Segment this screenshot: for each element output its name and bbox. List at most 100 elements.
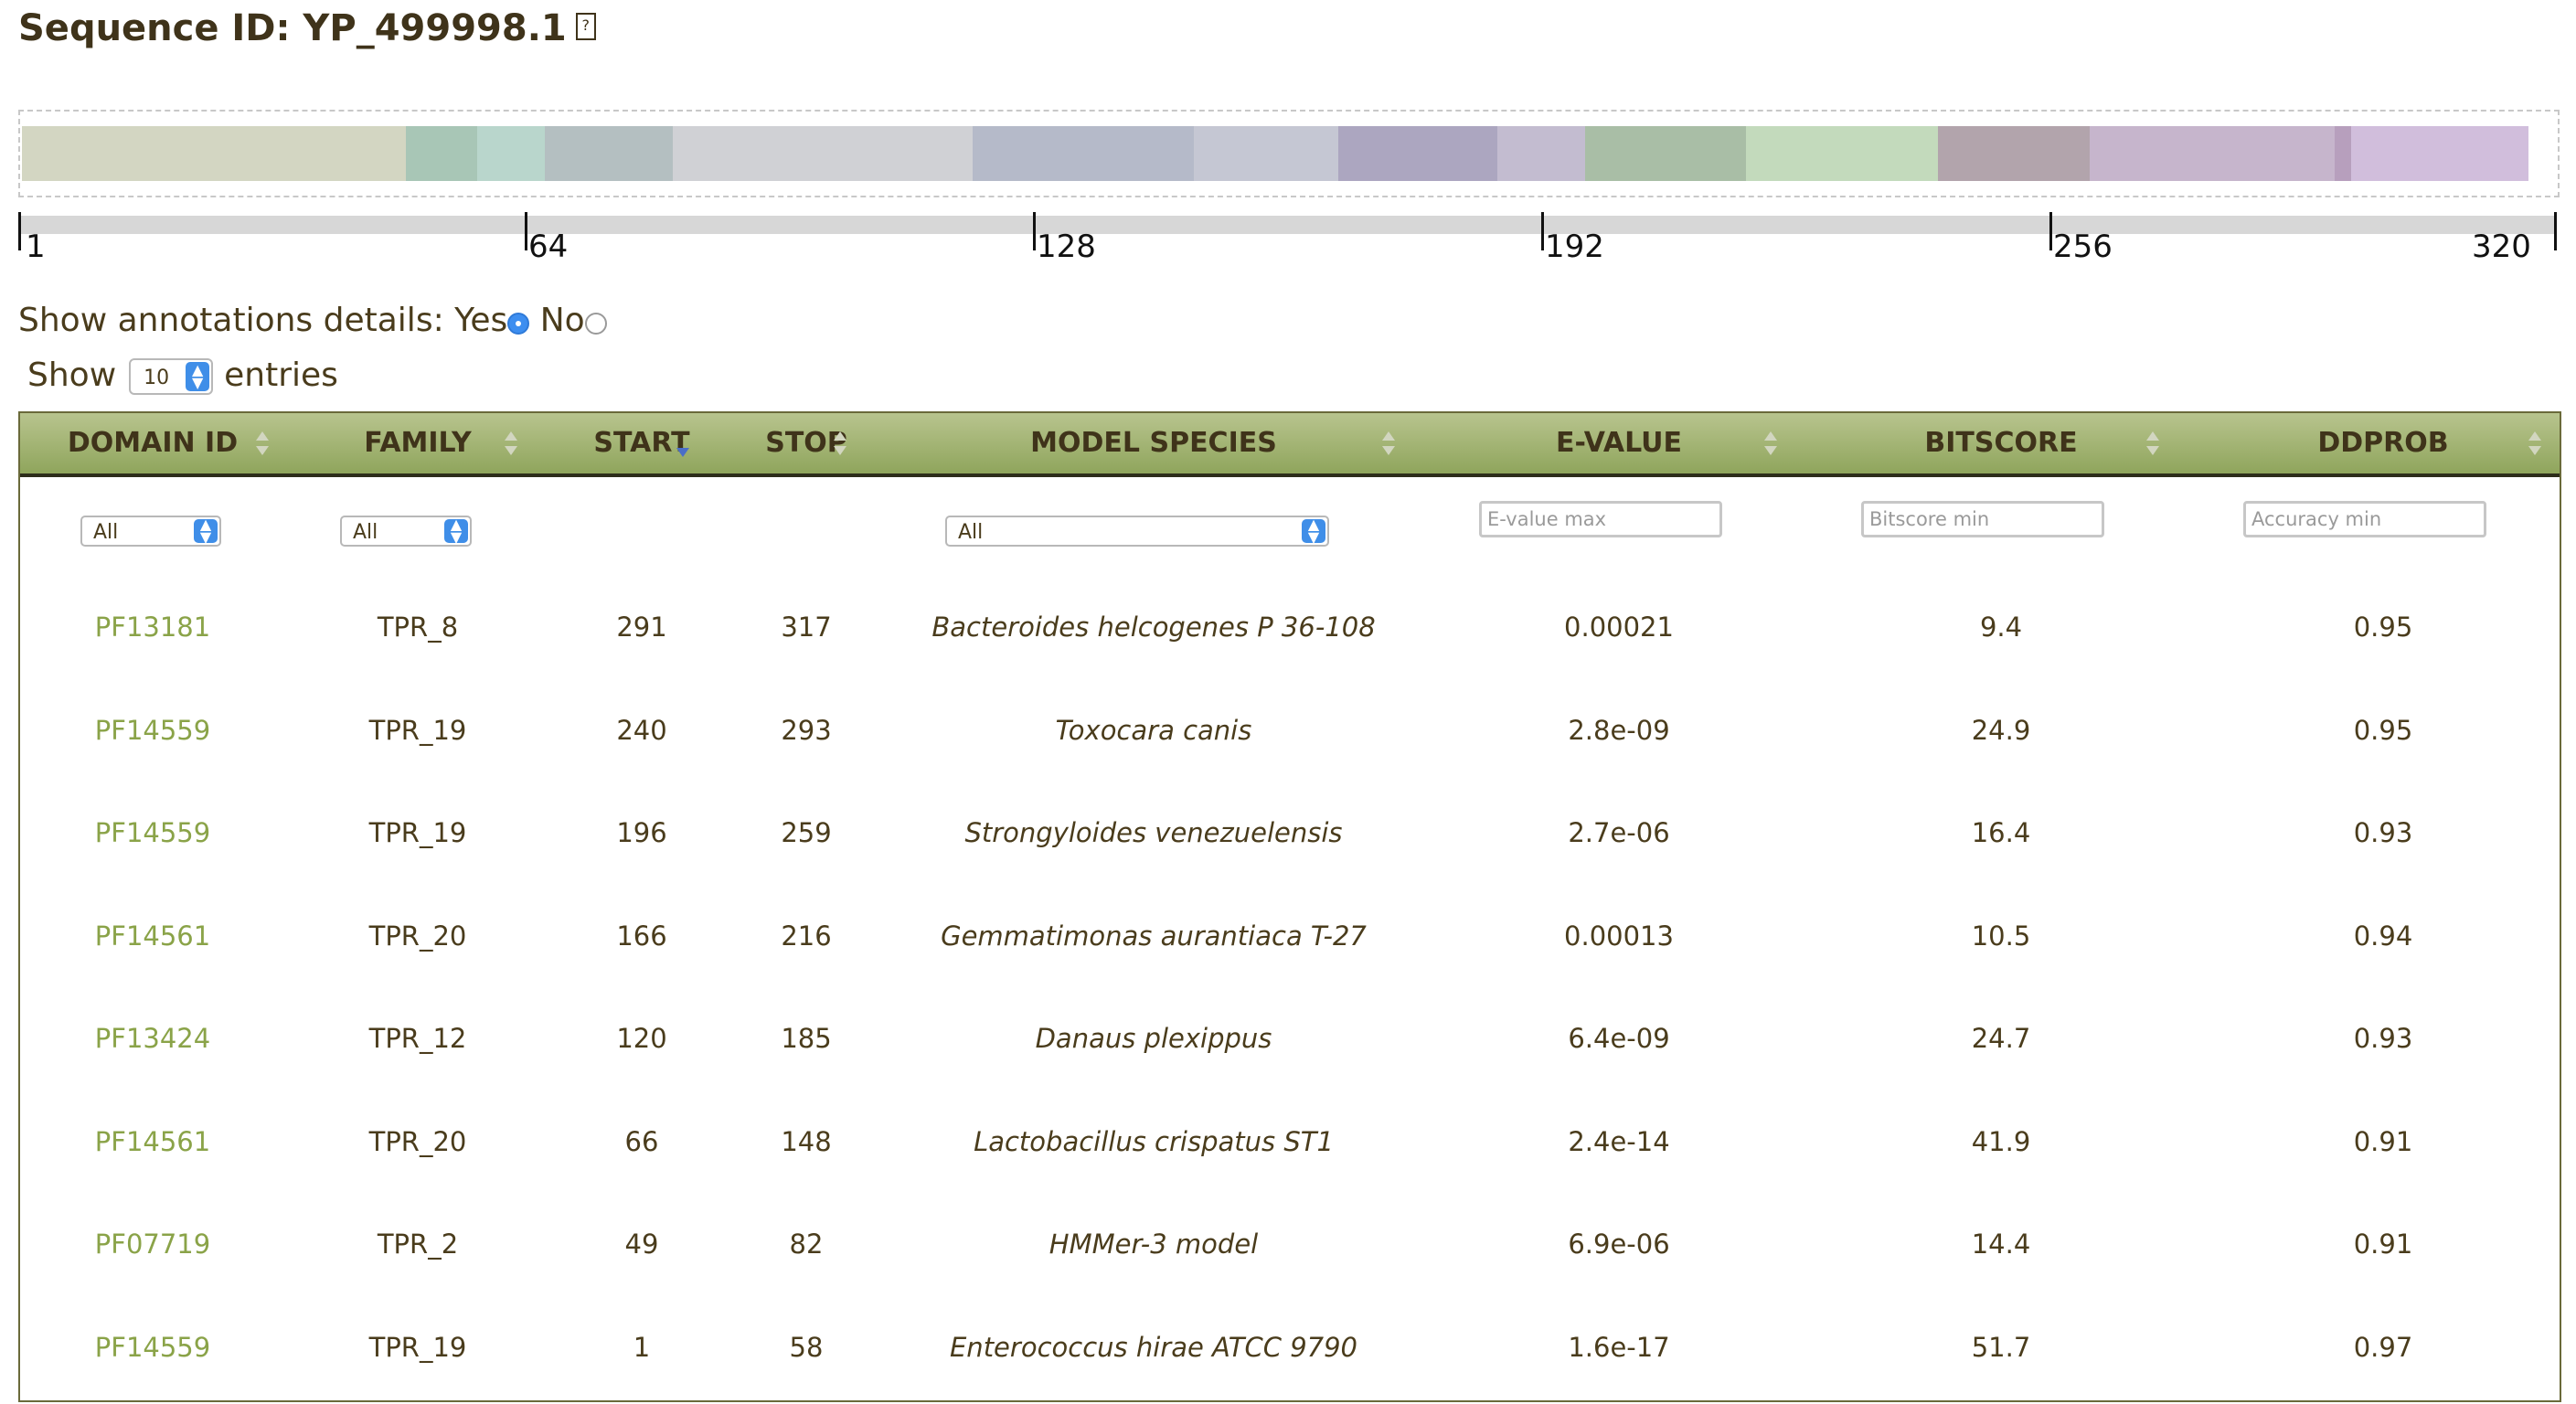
model-species-cell: Lactobacillus crispatus ST1 [974,1125,1334,1157]
domain-id-link[interactable]: PF13181 [20,576,285,678]
start-cell: 291 [616,612,667,643]
ruler-tick-label: 128 [1037,229,1096,265]
domain-id-link[interactable]: PF14561 [20,885,285,987]
table-row: PF13424 TPR_12 120 185 Danaus plexippus 6.4e-… [20,987,2560,1090]
domain-segment[interactable] [22,126,406,181]
stop-cell: 259 [781,817,832,848]
column-header-domain-id[interactable]: DOMAIN ID [20,413,285,473]
ruler-tick-label: 192 [1545,229,1604,265]
page-title: Sequence ID: YP_499998.1? [18,7,596,49]
sort-desc-icon[interactable] [676,431,689,459]
table-row: PF14561 TPR_20 66 148 Lactobacillus crispatu… [20,1090,2560,1193]
ruler-tick-label: 1 [26,229,46,265]
bitscore-cell: 10.5 [1971,920,2031,952]
domain-segment[interactable] [673,126,973,181]
e-value-cell: 2.7e-06 [1568,817,1670,848]
start-cell: 1 [633,1331,651,1363]
domain-segment[interactable] [1194,126,1338,181]
sort-icon[interactable] [1382,431,1395,459]
ddprob-cell: 0.97 [2353,1331,2413,1363]
stop-cell: 317 [781,612,832,643]
e-value-cell: 6.9e-06 [1568,1228,1670,1260]
sort-icon[interactable] [2528,431,2541,459]
annotations-yes-label: Yes [454,302,508,339]
select-spinner-icon: ▲ ▼ [186,362,210,391]
domain-segment[interactable] [545,126,673,181]
help-icon[interactable]: ? [575,13,596,40]
column-header-start[interactable]: START [550,413,733,473]
ddprob-cell: 0.95 [2353,714,2413,746]
column-header-e-value[interactable]: E-VALUE [1428,413,1810,473]
table-row: PF07719 TPR_2 49 82 HMMer-3 model 6.9e-06 14.4… [20,1193,2560,1295]
bitscore-min-input[interactable] [1861,501,2104,537]
species-filter-select[interactable]: All ▲ ▼ [945,516,1329,547]
domain-segment[interactable] [2090,126,2335,181]
family-cell: TPR_19 [368,1331,467,1363]
e-value-cell: 6.4e-09 [1568,1023,1670,1054]
domain-segment[interactable] [477,126,545,181]
family-filter-value: All [353,521,378,544]
domain-id-link[interactable]: PF14559 [20,1296,285,1399]
ruler-tick [2554,212,2557,250]
select-spinner-icon: ▲ ▼ [444,517,468,545]
bitscore-cell: 14.4 [1971,1228,2031,1260]
sort-icon[interactable] [1764,431,1777,459]
column-header-bitscore[interactable]: BITSCORE [1810,413,2192,473]
ddprob-cell: 0.94 [2353,920,2413,952]
column-header-stop[interactable]: STOP [733,413,879,473]
family-cell: TPR_2 [377,1228,459,1260]
evalue-max-input[interactable] [1479,501,1722,537]
sort-icon[interactable] [256,431,269,459]
family-filter-select[interactable]: All ▲ ▼ [340,516,472,547]
domain-segment[interactable] [1585,126,1746,181]
start-cell: 120 [616,1023,667,1054]
start-cell: 49 [624,1228,659,1260]
ruler-tick [2049,212,2052,250]
domain-segments [22,126,2528,181]
show-label: Show [27,356,117,394]
annotations-label: Show annotations details: [18,302,444,339]
domain-segment[interactable] [1746,126,1938,181]
ddprob-cell: 0.93 [2353,1023,2413,1054]
column-header-ddprob[interactable]: DDPROB [2192,413,2574,473]
annotations-no-radio[interactable] [584,313,607,335]
domain-segment[interactable] [973,126,1194,181]
annotations-toggle: Show annotations details: Yes No [18,302,607,339]
page-title-text: Sequence ID: YP_499998.1 [18,7,567,49]
domain-segment[interactable] [2335,126,2351,181]
domain-id-link[interactable]: PF14559 [20,679,285,782]
domain-id-link[interactable]: PF14559 [20,782,285,884]
table-row: PF14559 TPR_19 196 259 Strongyloides venezue… [20,782,2560,884]
domain-segment[interactable] [1938,126,2090,181]
annotations-yes-radio[interactable] [507,313,530,335]
family-cell: TPR_12 [368,1023,467,1054]
domain-filter-select[interactable]: All ▲ ▼ [80,516,221,547]
domain-segment[interactable] [1338,126,1497,181]
entries-length-control: Show 10 ▲ ▼ entries [27,356,338,395]
family-cell: TPR_19 [368,817,467,848]
bitscore-cell: 51.7 [1971,1331,2031,1363]
e-value-cell: 2.8e-09 [1568,714,1670,746]
accuracy-min-input[interactable] [2243,501,2486,537]
sort-icon[interactable] [2146,431,2159,459]
column-header-model-species[interactable]: MODEL SPECIES [879,413,1428,473]
ruler-tick-label: 320 [2472,229,2531,265]
domain-segment[interactable] [406,126,477,181]
bitscore-cell: 9.4 [1979,612,2023,643]
ruler-tick-label: 64 [528,229,569,265]
entries-select[interactable]: 10 ▲ ▼ [129,358,214,395]
stop-cell: 216 [781,920,832,952]
sort-icon[interactable] [834,431,846,459]
domain-id-link[interactable]: PF13424 [20,987,285,1090]
domain-id-link[interactable]: PF07719 [20,1193,285,1295]
sort-icon[interactable] [505,431,517,459]
domain-segment[interactable] [2351,126,2528,181]
domain-id-link[interactable]: PF14561 [20,1090,285,1193]
domain-segment[interactable] [1497,126,1585,181]
start-cell: 66 [624,1125,659,1157]
model-species-cell: HMMer-3 model [1048,1228,1259,1260]
family-cell: TPR_20 [368,920,467,952]
e-value-cell: 0.00013 [1564,920,1674,952]
ruler-tick [1541,212,1544,250]
table-row: PF14559 TPR_19 1 58 Enterococcus hirae ATCC … [20,1296,2560,1399]
